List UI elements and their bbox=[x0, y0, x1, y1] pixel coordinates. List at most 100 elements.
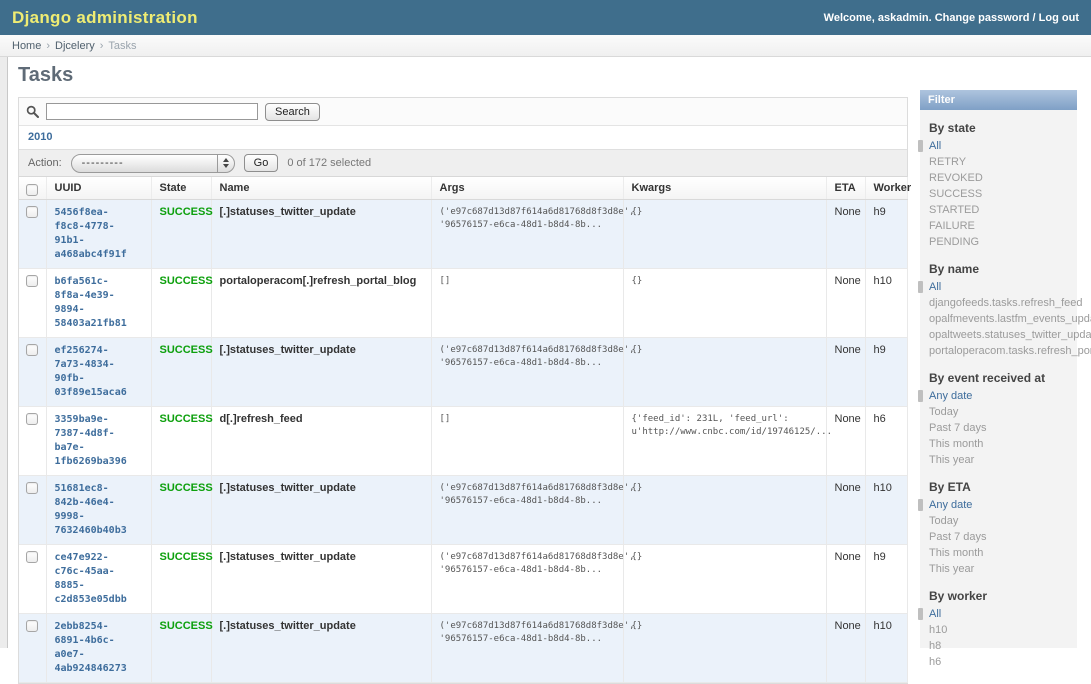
filter-link[interactable]: Past 7 days bbox=[929, 422, 986, 434]
row-checkbox[interactable] bbox=[26, 344, 38, 356]
filter-item: Any date bbox=[929, 388, 1077, 404]
search-button[interactable]: Search bbox=[265, 103, 320, 121]
filter-link[interactable]: h10 bbox=[929, 624, 947, 636]
kwargs-cell: {} bbox=[623, 269, 826, 338]
filter-link[interactable]: portaloperacom.tasks.refresh_portal bbox=[929, 345, 1091, 357]
date-hierarchy-year-link[interactable]: 2010 bbox=[28, 131, 52, 143]
filter-link[interactable]: Any date bbox=[929, 499, 972, 511]
uuid-link[interactable]: 3359ba9e- 7387-4d8f- ba7e- 1fb6269ba396 bbox=[55, 413, 143, 469]
uuid-link[interactable]: ef256274- 7a73-4834- 90fb- 03f89e15aca6 bbox=[55, 344, 143, 400]
go-button[interactable]: Go bbox=[244, 154, 279, 172]
breadcrumb-app[interactable]: Djcelery bbox=[55, 40, 95, 52]
filter-item: PENDING bbox=[929, 234, 1077, 250]
filter-link[interactable]: This year bbox=[929, 454, 974, 466]
filter-item: All bbox=[929, 138, 1077, 154]
filter-heading-by-eta: By ETA bbox=[929, 480, 1077, 494]
column-header-state[interactable]: State bbox=[151, 177, 211, 200]
table-row: 5456f8ea- f8c8-4778- 91b1- a468abc4f91f … bbox=[19, 200, 907, 269]
filter-item: This month bbox=[929, 545, 1077, 561]
filter-link[interactable]: RETRY bbox=[929, 156, 966, 168]
args-cell: [] bbox=[431, 407, 623, 476]
filter-link[interactable]: FAILURE bbox=[929, 220, 975, 232]
filter-item: Today bbox=[929, 404, 1077, 420]
filter-body: By state All RETRY REVOKED SUCCESS START… bbox=[920, 110, 1077, 670]
row-checkbox[interactable] bbox=[26, 413, 38, 425]
breadcrumb-separator: › bbox=[46, 40, 50, 52]
worker-cell: h9 bbox=[865, 545, 907, 614]
filter-link[interactable]: REVOKED bbox=[929, 172, 983, 184]
column-header-kwargs[interactable]: Kwargs bbox=[623, 177, 826, 200]
name-cell: [.]statuses_twitter_update bbox=[211, 338, 431, 407]
row-checkbox[interactable] bbox=[26, 206, 38, 218]
column-header-eta[interactable]: ETA bbox=[826, 177, 865, 200]
filter-item: opaltweets.statuses_twitter_update bbox=[929, 327, 1077, 343]
uuid-link[interactable]: ce47e922- c76c-45aa- 8885- c2d853e05dbb bbox=[55, 551, 143, 607]
filter-list-by-event-received-at: Any date Today Past 7 days This month Th… bbox=[929, 388, 1077, 468]
worker-cell: h6 bbox=[865, 407, 907, 476]
filter-link[interactable]: All bbox=[929, 281, 941, 293]
arrow-up-icon bbox=[223, 158, 229, 162]
filter-item: This month bbox=[929, 436, 1077, 452]
filter-link[interactable]: This month bbox=[929, 438, 983, 450]
filter-link[interactable]: djangofeeds.tasks.refresh_feed bbox=[929, 297, 1083, 309]
user-tools: Welcome, askadmin. Change password / Log… bbox=[824, 12, 1079, 24]
state-cell: SUCCESS bbox=[151, 407, 211, 476]
column-header-worker[interactable]: Worker bbox=[865, 177, 907, 200]
row-checkbox[interactable] bbox=[26, 620, 38, 632]
table-row: 3359ba9e- 7387-4d8f- ba7e- 1fb6269ba396 … bbox=[19, 407, 907, 476]
filter-link[interactable]: opaltweets.statuses_twitter_update bbox=[929, 329, 1091, 341]
uuid-link[interactable]: 51681ec8- 842b-46e4- 9998- 7632460b40b3 bbox=[55, 482, 143, 538]
app-header: Django administration Welcome, askadmin.… bbox=[0, 0, 1091, 35]
log-out-link[interactable]: Log out bbox=[1039, 12, 1079, 24]
username: askadmin bbox=[878, 12, 929, 24]
eta-cell: None bbox=[826, 338, 865, 407]
column-header-args[interactable]: Args bbox=[431, 177, 623, 200]
select-all-checkbox[interactable] bbox=[26, 184, 38, 196]
state-cell: SUCCESS bbox=[151, 200, 211, 269]
filter-link[interactable]: All bbox=[929, 140, 941, 152]
eta-cell: None bbox=[826, 545, 865, 614]
column-header-name[interactable]: Name bbox=[211, 177, 431, 200]
action-select[interactable]: --------- bbox=[71, 154, 235, 173]
filter-link[interactable]: Today bbox=[929, 515, 958, 527]
row-checkbox[interactable] bbox=[26, 551, 38, 563]
action-select-value: --------- bbox=[72, 155, 217, 172]
breadcrumb-home[interactable]: Home bbox=[12, 40, 41, 52]
row-checkbox[interactable] bbox=[26, 482, 38, 494]
filter-link[interactable]: h8 bbox=[929, 640, 941, 652]
breadcrumb: Home › Djcelery › Tasks bbox=[0, 35, 1091, 57]
filter-link[interactable]: This month bbox=[929, 547, 983, 559]
filter-item: This year bbox=[929, 561, 1077, 577]
args-cell: ('e97c687d13d87f614a6d81768d8f3d8e', '96… bbox=[431, 614, 623, 683]
filter-item: FAILURE bbox=[929, 218, 1077, 234]
filter-link[interactable]: PENDING bbox=[929, 236, 979, 248]
filter-link[interactable]: opalfmevents.lastfm_events_update bbox=[929, 313, 1091, 325]
state-cell: SUCCESS bbox=[151, 269, 211, 338]
filter-link[interactable]: SUCCESS bbox=[929, 188, 982, 200]
filter-item: opalfmevents.lastfm_events_update bbox=[929, 311, 1077, 327]
filter-link[interactable]: Any date bbox=[929, 390, 972, 402]
uuid-link[interactable]: 5456f8ea- f8c8-4778- 91b1- a468abc4f91f bbox=[55, 206, 143, 262]
filter-item: h8 bbox=[929, 638, 1077, 654]
filter-link[interactable]: STARTED bbox=[929, 204, 979, 216]
filter-link[interactable]: This year bbox=[929, 563, 974, 575]
filter-item: All bbox=[929, 606, 1077, 622]
filter-link[interactable]: Today bbox=[929, 406, 958, 418]
search-input[interactable] bbox=[46, 103, 258, 120]
filter-item: REVOKED bbox=[929, 170, 1077, 186]
state-cell: SUCCESS bbox=[151, 545, 211, 614]
filter-link[interactable]: All bbox=[929, 608, 941, 620]
row-checkbox[interactable] bbox=[26, 275, 38, 287]
filter-list-by-name: All djangofeeds.tasks.refresh_feed opalf… bbox=[929, 279, 1077, 359]
uuid-link[interactable]: 2ebb8254- 6891-4b6c- a0e7- 4ab924846273 bbox=[55, 620, 143, 676]
filter-link[interactable]: h6 bbox=[929, 656, 941, 668]
page-left-edge bbox=[0, 57, 8, 648]
change-password-link[interactable]: Change password bbox=[935, 12, 1030, 24]
uuid-link[interactable]: b6fa561c- 8f8a-4e39- 9894- 58403a21fb81 bbox=[55, 275, 143, 331]
filter-item: Past 7 days bbox=[929, 420, 1077, 436]
state-cell: SUCCESS bbox=[151, 476, 211, 545]
filter-link[interactable]: Past 7 days bbox=[929, 531, 986, 543]
column-header-uuid[interactable]: UUID bbox=[46, 177, 151, 200]
filter-heading-by-state: By state bbox=[929, 121, 1077, 135]
filter-heading-by-name: By name bbox=[929, 262, 1077, 276]
